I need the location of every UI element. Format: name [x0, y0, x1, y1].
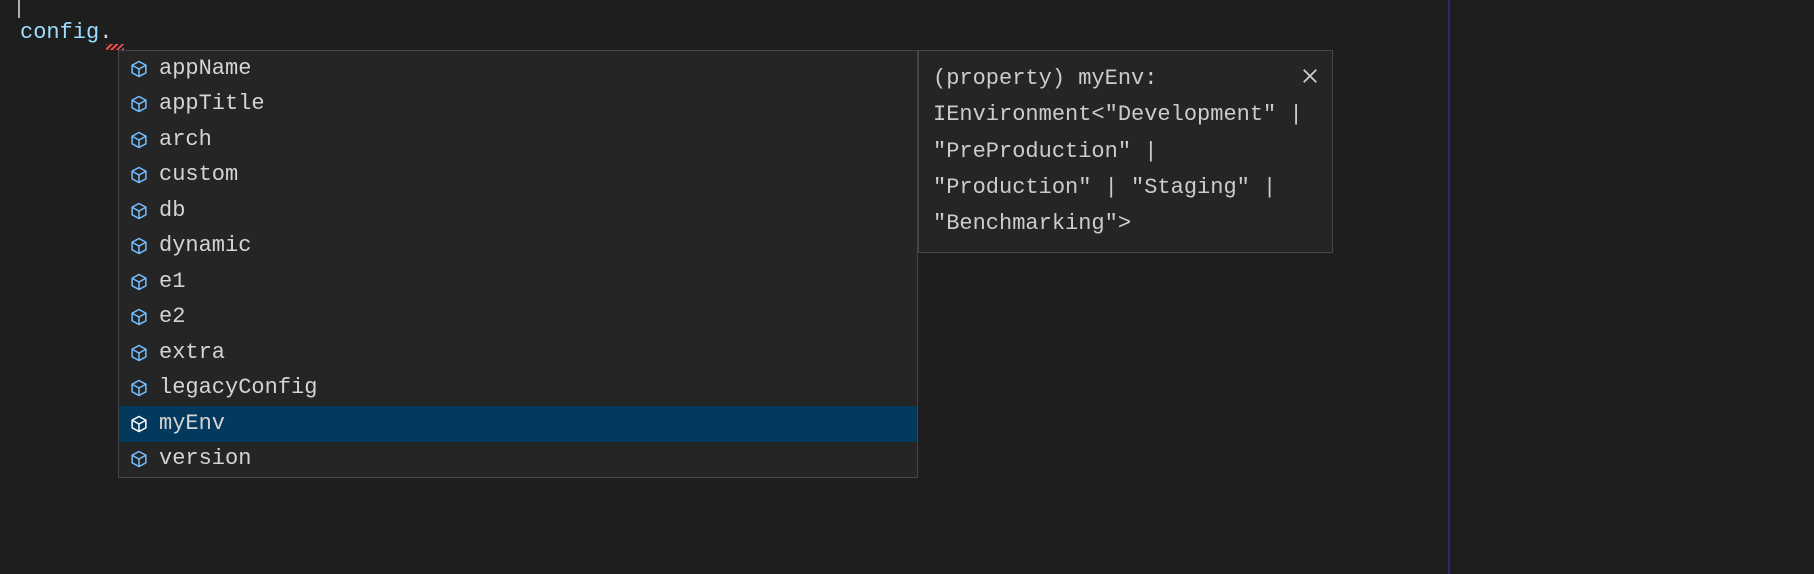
property-icon: [129, 94, 149, 114]
suggest-item-appName[interactable]: appName: [119, 51, 917, 87]
property-icon: [129, 272, 149, 292]
property-icon: [129, 201, 149, 221]
code-token-object: config: [20, 20, 99, 45]
code-line[interactable]: config .: [20, 20, 112, 45]
suggest-item-arch[interactable]: arch: [119, 122, 917, 158]
property-icon: [129, 378, 149, 398]
suggest-item-label: legacyConfig: [159, 377, 317, 399]
suggest-item-label: e1: [159, 271, 185, 293]
suggest-item-label: appTitle: [159, 93, 265, 115]
suggest-item-label: appName: [159, 58, 251, 80]
property-icon: [129, 130, 149, 150]
editor-ruler: [1448, 0, 1450, 574]
property-icon: [129, 414, 149, 434]
property-icon: [129, 343, 149, 363]
suggest-item-myEnv[interactable]: myEnv: [119, 406, 917, 442]
property-icon: [129, 165, 149, 185]
suggest-item-legacyConfig[interactable]: legacyConfig: [119, 371, 917, 407]
suggest-item-db[interactable]: db: [119, 193, 917, 229]
intellisense-details-widget: (property) myEnv: IEnvironment<"Developm…: [918, 50, 1333, 253]
code-token-punct: .: [99, 20, 112, 45]
property-icon: [129, 59, 149, 79]
text-cursor: [18, 0, 20, 18]
suggest-item-e2[interactable]: e2: [119, 300, 917, 336]
suggest-item-label: myEnv: [159, 413, 225, 435]
suggest-item-label: e2: [159, 306, 185, 328]
suggest-item-label: custom: [159, 164, 238, 186]
suggest-item-extra[interactable]: extra: [119, 335, 917, 371]
property-icon: [129, 236, 149, 256]
suggest-item-version[interactable]: version: [119, 442, 917, 478]
property-icon: [129, 307, 149, 327]
suggest-item-label: extra: [159, 342, 225, 364]
suggest-item-dynamic[interactable]: dynamic: [119, 229, 917, 265]
suggest-item-custom[interactable]: custom: [119, 158, 917, 194]
suggest-item-label: version: [159, 448, 251, 470]
close-icon[interactable]: [1300, 63, 1320, 83]
suggest-item-label: db: [159, 200, 185, 222]
suggest-item-label: dynamic: [159, 235, 251, 257]
intellisense-suggest-widget[interactable]: appName appTitle arch custom db dynamic …: [118, 50, 918, 478]
suggest-item-appTitle[interactable]: appTitle: [119, 87, 917, 123]
details-text: (property) myEnv: IEnvironment<"Developm…: [933, 66, 1303, 236]
suggest-item-label: arch: [159, 129, 212, 151]
property-icon: [129, 449, 149, 469]
suggest-item-e1[interactable]: e1: [119, 264, 917, 300]
